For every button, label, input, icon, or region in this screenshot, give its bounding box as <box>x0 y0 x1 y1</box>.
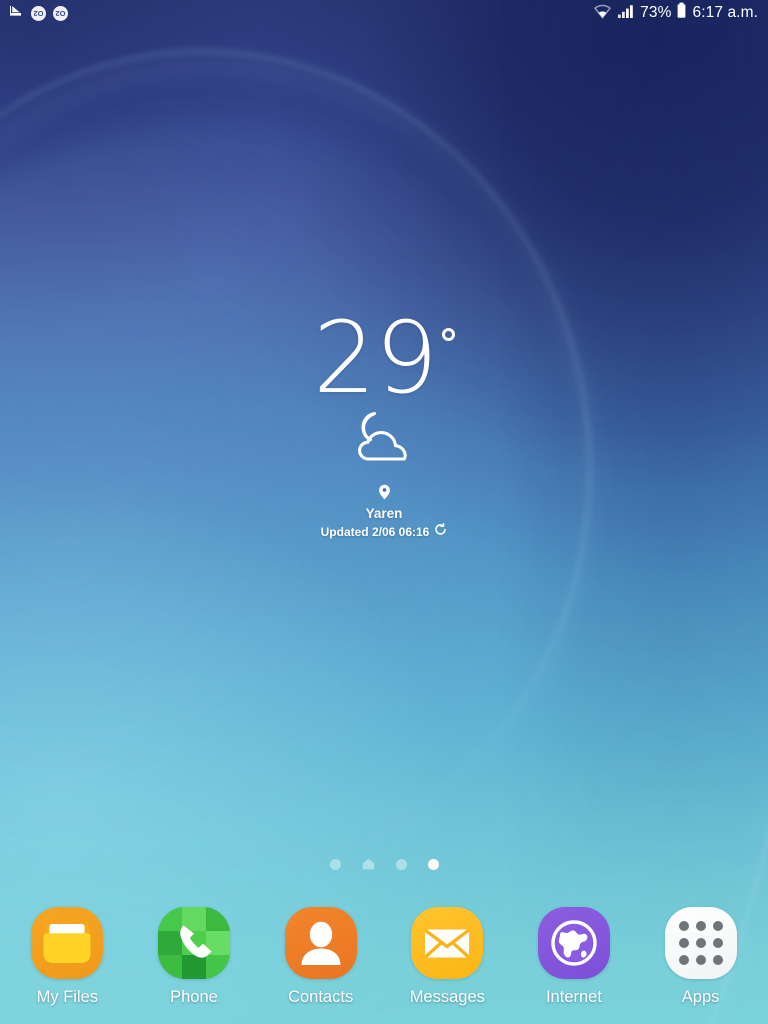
page-dot-home-icon[interactable] <box>362 858 375 870</box>
folder-icon[interactable] <box>31 907 104 979</box>
moon-cloud-night-icon <box>347 409 421 472</box>
dock-item-messages[interactable]: Messages <box>386 907 508 1007</box>
phone-handset-icon[interactable] <box>157 907 230 979</box>
o2-carrier-badge-1: O2 <box>31 5 46 21</box>
dock-label-messages: Messages <box>409 988 485 1006</box>
wifi-icon <box>593 3 612 24</box>
dock-item-my-files[interactable]: My Files <box>6 907 128 1007</box>
battery-icon <box>676 2 687 24</box>
o2-carrier-badge-2: O2 <box>53 5 68 21</box>
app-grid-dots <box>678 921 723 965</box>
app-grid-dot <box>712 955 723 965</box>
app-grid-dot <box>712 921 723 931</box>
app-grid-dot <box>695 921 706 931</box>
dock-item-phone[interactable]: Phone <box>133 907 255 1007</box>
status-bar-left-icons: O2 O2 <box>8 3 68 24</box>
app-grid-dot <box>678 921 689 931</box>
dock-label-phone: Phone <box>170 988 218 1006</box>
cellular-signal-icon <box>617 3 635 24</box>
weather-location-block: Yaren Updated 2/06 06:16 <box>321 484 448 541</box>
weather-temperature-row: 29 <box>313 301 455 416</box>
weather-updated-row[interactable]: Updated 2/06 06:16 <box>321 523 448 541</box>
dock-label-contacts: Contacts <box>288 988 354 1006</box>
dock-label-apps: Apps <box>681 988 720 1006</box>
location-pin-icon <box>378 484 391 505</box>
page-dot-3[interactable] <box>395 858 407 870</box>
app-grid-dot <box>712 938 723 948</box>
person-icon[interactable] <box>284 907 357 979</box>
app-grid-dot <box>695 938 706 948</box>
dock: My Files Phone Contacts Messages Interne… <box>0 894 768 1024</box>
download-icon <box>8 3 24 24</box>
status-bar-right-cluster: 73% 6:17 a.m. <box>593 2 758 24</box>
app-grid-dot <box>678 955 689 965</box>
page-indicator[interactable] <box>0 858 768 870</box>
globe-icon[interactable] <box>537 907 610 979</box>
dock-label-internet: Internet <box>545 988 602 1006</box>
weather-widget[interactable]: 29 Yaren Updated 2/06 06:16 <box>0 301 768 541</box>
weather-updated-label: Updated 2/06 06:16 <box>320 525 430 540</box>
app-grid-dot <box>695 955 706 965</box>
page-dot-4-active[interactable] <box>427 858 439 870</box>
home-screen: O2 O2 73% 6:17 a.m. 29 Yaren Updated 2/0… <box>0 0 768 1024</box>
degree-symbol-icon <box>441 328 455 341</box>
dock-item-internet[interactable]: Internet <box>513 907 635 1007</box>
weather-temperature: 29 <box>313 301 438 416</box>
battery-percent-label: 73% <box>640 4 672 21</box>
app-grid-icon[interactable] <box>664 907 737 979</box>
dock-item-apps[interactable]: Apps <box>640 907 762 1007</box>
clock-label: 6:17 a.m. <box>692 4 758 21</box>
status-bar[interactable]: O2 O2 73% 6:17 a.m. <box>0 0 768 26</box>
refresh-icon[interactable] <box>434 523 447 541</box>
app-grid-dot <box>678 938 689 948</box>
weather-city-label: Yaren <box>365 506 403 522</box>
page-dot-1[interactable] <box>329 858 341 870</box>
dock-item-contacts[interactable]: Contacts <box>260 907 382 1007</box>
dock-label-my-files: My Files <box>36 988 99 1006</box>
envelope-icon[interactable] <box>411 907 484 979</box>
